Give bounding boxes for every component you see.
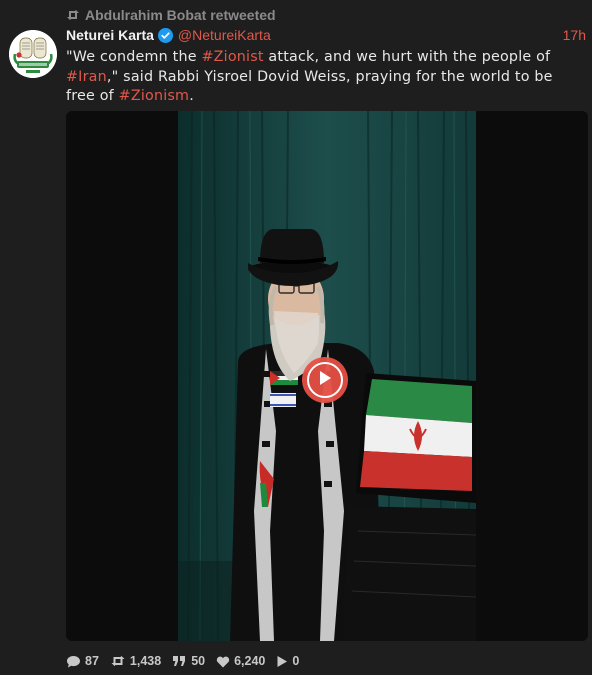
- tweet-header: Neturei Karta @NetureiKarta 17h: [66, 27, 586, 43]
- hashtag-link[interactable]: #Zionist: [202, 49, 264, 65]
- like-count: 6,240: [234, 654, 266, 668]
- heart-icon: [216, 655, 230, 668]
- tweet-text-segment: .: [189, 88, 194, 104]
- views-count: 0: [292, 654, 300, 668]
- verified-badge-icon: [157, 27, 173, 43]
- tweet-text-segment: attack, and we hurt with the people of: [263, 49, 551, 65]
- author-name[interactable]: Neturei Karta: [66, 27, 154, 43]
- hashtag-link[interactable]: #Iran: [66, 69, 107, 85]
- speech-bubble-icon: [66, 655, 81, 668]
- tweet-text-segment: "We condemn the: [66, 49, 202, 65]
- retweet-line: Abdulrahim Bobat retweeted: [66, 7, 276, 23]
- quote-count: 50: [191, 654, 206, 668]
- hashtag-link[interactable]: #Zionism: [119, 88, 190, 104]
- video-player[interactable]: [66, 111, 588, 641]
- retweeted-by-text[interactable]: Abdulrahim Bobat retweeted: [85, 7, 276, 23]
- retweet-count: 1,438: [129, 654, 162, 668]
- tweet-actions: 87 1,438 50 6,240 0: [66, 654, 299, 668]
- like-button[interactable]: 6,240: [216, 654, 265, 668]
- tweet-time[interactable]: 17h: [563, 27, 586, 43]
- reply-count: 87: [85, 654, 99, 668]
- quote-icon: [172, 655, 187, 667]
- play-icon: [318, 370, 332, 391]
- retweet-button[interactable]: 1,438: [110, 654, 161, 668]
- tweet-text: "We condemn the #Zionist attack, and we …: [66, 48, 584, 107]
- play-button[interactable]: [302, 357, 348, 403]
- play-views-icon: [276, 655, 288, 668]
- avatar[interactable]: [9, 30, 57, 78]
- retweet-icon: [66, 9, 80, 21]
- retweet-icon: [110, 655, 126, 667]
- views-button[interactable]: 0: [276, 654, 299, 668]
- author-handle[interactable]: @NetureiKarta: [178, 27, 271, 43]
- quote-button[interactable]: 50: [172, 654, 205, 668]
- reply-button[interactable]: 87: [66, 654, 99, 668]
